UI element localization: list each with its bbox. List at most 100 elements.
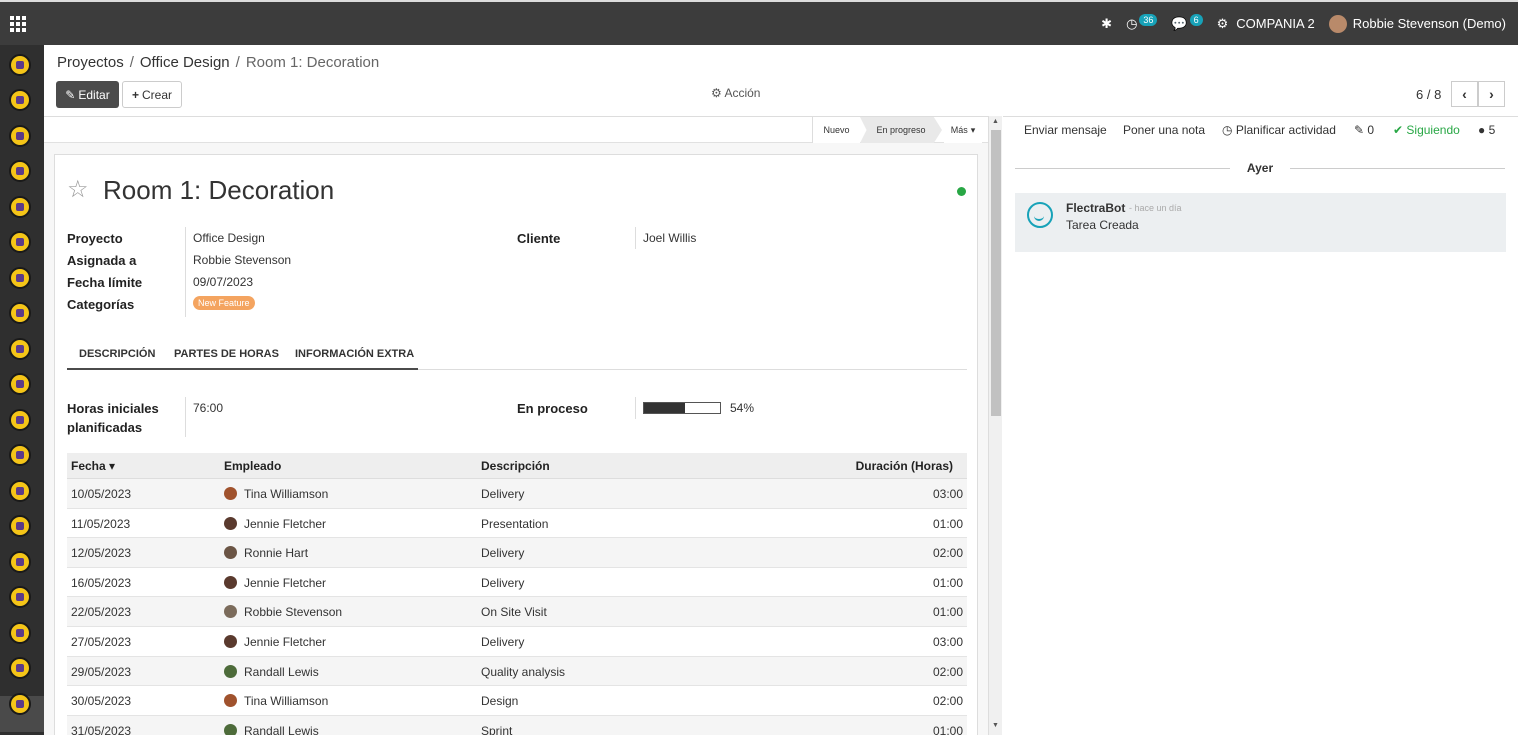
chatter-panel: Enviar mensaje Poner una nota ◷ Planific… (1003, 116, 1518, 735)
sidebar-app-icon[interactable] (9, 444, 31, 466)
sidebar-app-icon[interactable] (9, 409, 31, 431)
scroll-thumb[interactable] (991, 130, 1001, 416)
star-icon[interactable]: ☆ (67, 175, 89, 204)
proyecto-field[interactable]: Office Design (193, 231, 265, 245)
table-row[interactable]: 10/05/2023 Tina Williamson Delivery 03:00 (67, 479, 967, 509)
timesheet-table: Fecha ▾ Empleado Descripción Duración (H… (67, 453, 967, 735)
category-tag[interactable]: New Feature (193, 296, 255, 310)
followers-button[interactable]: ● 5 (1478, 123, 1495, 137)
tab-informacion-extra[interactable]: INFORMACIÓN EXTRA (295, 348, 414, 360)
employee-avatar (224, 634, 237, 648)
table-body: 10/05/2023 Tina Williamson Delivery 03:00 11… (67, 479, 967, 735)
cell-descripcion: Quality analysis (481, 664, 566, 679)
fecha-limite-field[interactable]: 09/07/2023 (193, 275, 253, 289)
employee-avatar (224, 575, 237, 589)
sidebar-app-icon[interactable] (9, 373, 31, 395)
message-author[interactable]: FlectraBot (1066, 201, 1125, 215)
company-switcher[interactable]: ⚙ COMPANIA 2 (1217, 16, 1315, 32)
sidebar-app-icon[interactable] (9, 338, 31, 360)
tab-partes-de-horas[interactable]: PARTES DE HORAS (174, 348, 279, 360)
messaging-menu[interactable]: 💬 6 (1171, 13, 1203, 32)
table-row[interactable]: 12/05/2023 Ronnie Hart Delivery 02:00 (67, 538, 967, 568)
form-scrollbar[interactable]: ▲ ▼ (988, 116, 1002, 735)
sidebar-app-icon[interactable] (9, 231, 31, 253)
cell-descripcion: Delivery (481, 634, 525, 649)
edit-button[interactable]: ✎ Editar (56, 81, 119, 108)
stage-nuevo[interactable]: Nuevo (812, 117, 860, 143)
send-message-button[interactable]: Enviar mensaje (1024, 123, 1107, 137)
sidebar-app-icon[interactable] (9, 125, 31, 147)
table-row[interactable]: 31/05/2023 Randall Lewis Sprint 01:00 (67, 715, 967, 735)
col-fecha[interactable]: Fecha ▾ (71, 459, 115, 473)
debug-bug-icon[interactable]: ✱ (1101, 16, 1112, 32)
sidebar-app-icon[interactable] (9, 160, 31, 182)
cell-duracion: 01:00 (932, 575, 963, 590)
asignada-field[interactable]: Robbie Stevenson (193, 253, 291, 267)
top-navbar: ✱ ◷ 36 💬 6 ⚙ COMPANIA 2 Robbie Stevenson… (0, 0, 1518, 45)
cell-descripcion: Delivery (481, 575, 525, 590)
pager-next-button[interactable]: › (1478, 81, 1505, 107)
log-note-button[interactable]: Poner una nota (1123, 123, 1205, 137)
flectrabot-avatar-icon (1027, 202, 1053, 228)
employee-avatar (224, 605, 237, 619)
chatter-topbar: Enviar mensaje Poner una nota ◷ Planific… (1003, 117, 1518, 145)
table-row[interactable]: 27/05/2023 Jennie Fletcher Delivery 03:00 (67, 627, 967, 657)
schedule-activity-button[interactable]: ◷ Planificar actividad (1222, 123, 1336, 137)
create-button[interactable]: + Crear (122, 81, 182, 108)
table-row[interactable]: 30/05/2023 Tina Williamson Design 02:00 (67, 686, 967, 716)
clock-icon: ◷ (1126, 15, 1138, 31)
tab-descripcion[interactable]: DESCRIPCIÓN (79, 348, 155, 360)
user-icon: ● (1478, 123, 1486, 137)
stage-en-progreso[interactable]: En progreso (860, 117, 942, 143)
cell-duracion: 01:00 (932, 516, 963, 531)
table-row[interactable]: 16/05/2023 Jennie Fletcher Delivery 01:00 (67, 568, 967, 598)
stage-more-dropdown[interactable]: Más ▾ (944, 117, 982, 143)
scroll-up-arrow-icon[interactable]: ▲ (992, 118, 999, 125)
cell-fecha: 12/05/2023 (71, 546, 132, 561)
sidebar-app-icon[interactable] (9, 480, 31, 502)
table-row[interactable]: 29/05/2023 Randall Lewis Quality analysis 0… (67, 656, 967, 687)
sidebar-app-icon[interactable] (9, 54, 31, 76)
sidebar-app-icon[interactable] (9, 657, 31, 679)
caret-down-icon: ▾ (970, 124, 976, 135)
sidebar-app-icon[interactable] (9, 196, 31, 218)
paperclip-icon: ✎ (1354, 123, 1365, 137)
following-button[interactable]: ✔ Siguiendo (1393, 123, 1460, 137)
breadcrumb-proyectos[interactable]: Proyectos (57, 54, 124, 71)
cell-duracion: 02:00 (932, 546, 963, 561)
col-duracion[interactable]: Duración (Horas) (856, 459, 953, 473)
sidebar-app-icon[interactable] (9, 551, 31, 573)
cell-descripcion: On Site Visit (481, 605, 547, 620)
cell-empleado: Randall Lewis (244, 664, 319, 679)
user-menu[interactable]: Robbie Stevenson (Demo) (1328, 14, 1506, 33)
horas-planificadas-field[interactable]: 76:00 (193, 401, 223, 415)
cliente-field[interactable]: Joel Willis (643, 231, 696, 245)
apps-menu-icon[interactable] (10, 16, 26, 32)
attachments-button[interactable]: ✎ 0 (1354, 123, 1374, 137)
scroll-down-arrow-icon[interactable]: ▼ (992, 722, 999, 729)
sidebar-app-icon[interactable] (9, 302, 31, 324)
sidebar-app-icon[interactable] (9, 267, 31, 289)
cell-empleado: Tina Williamson (244, 694, 329, 709)
cell-fecha: 22/05/2023 (71, 605, 132, 620)
col-descripcion[interactable]: Descripción (481, 459, 550, 473)
col-empleado[interactable]: Empleado (224, 459, 281, 473)
form-view: Nuevo En progreso Más ▾ ☆ Room 1: Decora… (44, 116, 988, 735)
sidebar-app-icon[interactable] (9, 586, 31, 608)
pager-value[interactable]: 6 / 8 (1416, 87, 1441, 102)
action-menu[interactable]: ⚙ Acción (711, 86, 760, 100)
sidebar-app-icon[interactable] (9, 89, 31, 111)
breadcrumb-project[interactable]: Office Design (140, 54, 230, 71)
table-row[interactable]: 22/05/2023 Robbie Stevenson On Site Visit 0… (67, 597, 967, 627)
breadcrumb-current: Room 1: Decoration (245, 54, 380, 71)
kanban-state-indicator[interactable] (957, 187, 966, 196)
sidebar-app-icon[interactable] (9, 515, 31, 537)
sidebar-app-icon-projects[interactable] (9, 693, 31, 715)
pager-previous-button[interactable]: ‹ (1451, 81, 1478, 107)
sidebar-app-icon[interactable] (9, 622, 31, 644)
progress-bar (643, 402, 721, 414)
activities-menu[interactable]: ◷ 36 (1126, 13, 1158, 32)
chatter-message: FlectraBot - hace un día Tarea Creada (1015, 193, 1506, 252)
cell-descripcion: Delivery (481, 546, 525, 561)
table-row[interactable]: 11/05/2023 Jennie Fletcher Presentation 01:… (67, 509, 967, 539)
